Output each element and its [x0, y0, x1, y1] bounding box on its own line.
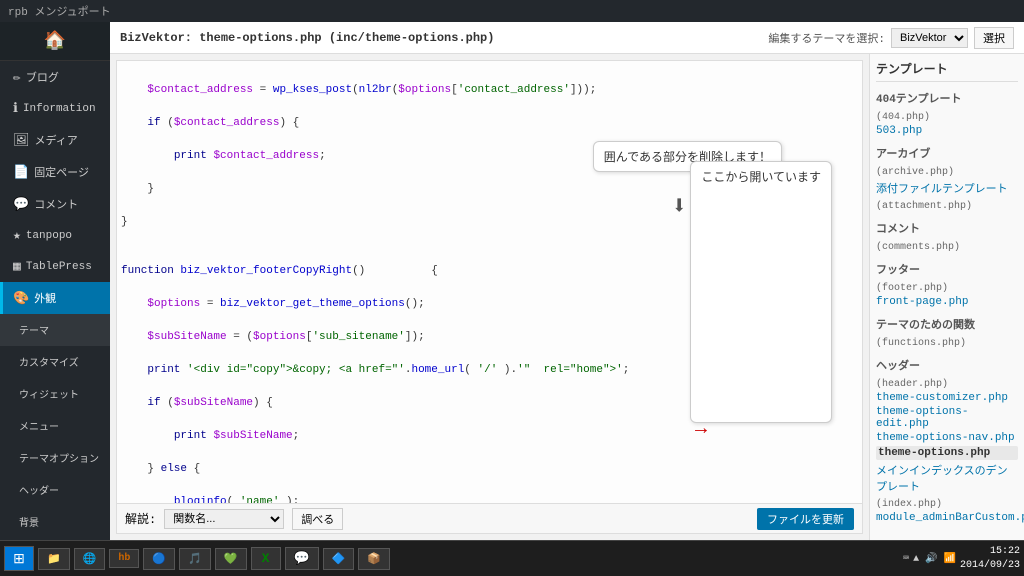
comment-sub: (comments.php) — [876, 242, 960, 253]
menu-label: メニュー — [19, 418, 59, 434]
taskbar-item-excel[interactable]: X — [251, 547, 281, 570]
template-link-customizer[interactable]: theme-customizer.php — [876, 392, 1018, 404]
sidebar-item-comments[interactable]: 💬 コメント — [0, 188, 110, 220]
template-link-attachment[interactable]: 添付ファイルテンプレート — [876, 180, 1018, 196]
appearance-icon: 🎨 — [13, 291, 29, 306]
widget-label: ウィジェット — [19, 386, 79, 402]
taskbar-item-browser[interactable]: 🌐 — [74, 548, 106, 570]
top-bar: rpb メンジュポート — [0, 0, 1024, 22]
save-button[interactable]: ファイルを更新 — [757, 508, 854, 530]
sidebar-item-label: コメント — [34, 196, 78, 212]
template-link-index[interactable]: メインインデックスのデンプレート — [876, 462, 1018, 494]
search-button[interactable]: 調べる — [292, 508, 343, 530]
sidebar-item-pages[interactable]: 📄 固定ページ — [0, 156, 110, 188]
theme-select[interactable]: BizVektor — [891, 28, 968, 48]
sidebar-logo: 🏠 — [0, 22, 110, 61]
sidebar-item-themes[interactable]: テーマ — [0, 314, 110, 346]
header-bar: BizVektor: theme-options.php (inc/theme-… — [110, 22, 1024, 54]
sidebar-item-label: 外観 — [34, 290, 56, 306]
sidebar-item-header[interactable]: ヘッダー — [0, 474, 110, 506]
taskbar-item-green[interactable]: 💚 — [215, 548, 247, 570]
template-link-options-nav[interactable]: theme-options-nav.php — [876, 432, 1018, 444]
background-label: 背景 — [19, 514, 39, 530]
taskbar-item-blue[interactable]: 🔵 — [143, 548, 175, 570]
footer-sub: (footer.php) — [876, 283, 948, 294]
sidebar-item-appearance[interactable]: 🎨 外観 — [0, 282, 110, 314]
sidebar-item-label: TablePress — [26, 261, 92, 273]
template-link: (404.php) — [876, 112, 930, 123]
info-icon: ℹ — [13, 101, 18, 116]
template-section-header: ヘッダー — [876, 357, 1018, 373]
taskbar-tray: ⌨ ▲ 🔊 📶 — [903, 553, 956, 565]
sidebar-item-label: メディア — [35, 132, 78, 148]
header-sub: (header.php) — [876, 379, 948, 390]
taskbar-item-hb[interactable]: hb — [109, 549, 139, 568]
sidebar-item-label: tanpopo — [26, 230, 72, 242]
annotation-bubble-2: ここから開いています — [690, 161, 832, 423]
taskbar: ⊞ 📁 🌐 hb 🔵 🎵 💚 X 💬 🔷 📦 ⌨ ▲ 🔊 📶 15:22 201… — [0, 540, 1024, 576]
template-section-footer: フッター — [876, 261, 1018, 277]
page-title: BizVektor: theme-options.php (inc/theme-… — [120, 31, 494, 45]
sidebar-item-label: Information — [23, 103, 96, 115]
sidebar-item-menu[interactable]: メニュー — [0, 410, 110, 442]
functions-sub: (functions.php) — [876, 338, 966, 349]
taskbar-item-blue2[interactable]: 🔷 — [323, 548, 355, 570]
sidebar-item-tablepress[interactable]: ▦ TablePress — [0, 251, 110, 282]
template-section-comment: コメント — [876, 220, 1018, 236]
template-section-archive: アーカイブ — [876, 145, 1018, 161]
top-bar-text: rpb メンジュポート — [8, 3, 111, 19]
clock-date: 2014/09/23 — [960, 559, 1020, 573]
sidebar-item-media[interactable]: 🖼 メディア — [0, 124, 110, 156]
taskbar-item-explorer[interactable]: 📁 — [38, 548, 70, 570]
taskbar-item-line[interactable]: 💬 — [285, 547, 319, 570]
annotation-text-2: ここから開いています — [701, 170, 821, 184]
header-controls: 編集するテーマを選択: BizVektor 選択 — [768, 27, 1014, 49]
sidebar-item-tanpopo[interactable]: ★ tanpopo — [0, 220, 110, 251]
template-panel: テンプレート 404テンプレート (404.php) 503.php アーカイブ… — [869, 54, 1024, 540]
template-link-options[interactable]: theme-options.php — [876, 446, 1018, 460]
themes-label: テーマ — [19, 322, 49, 338]
index-sub: (index.php) — [876, 499, 942, 510]
page-icon: 📄 — [13, 165, 29, 180]
select-label: 編集するテーマを選択: — [768, 30, 885, 46]
template-section-404: 404テンプレート — [876, 90, 1018, 106]
sidebar-item-theme-options[interactable]: テーマオプション — [0, 442, 110, 474]
template-section-functions: テーマのための関数 — [876, 316, 1018, 332]
start-button[interactable]: ⊞ — [4, 546, 34, 571]
blog-icon: ✏ — [13, 70, 21, 85]
template-panel-title: テンプレート — [876, 60, 1018, 82]
tray-icons: ▲ 🔊 📶 — [913, 553, 956, 565]
sidebar-item-customize[interactable]: カスタマイズ — [0, 346, 110, 378]
tanpopo-icon: ★ — [13, 228, 21, 243]
template-link-adminbar[interactable]: module_adminBarCustom.php — [876, 512, 1018, 524]
sidebar-item-label: 固定ページ — [34, 164, 89, 180]
taskbar-item-pkg[interactable]: 📦 — [358, 548, 390, 570]
sidebar: 🏠 ✏ ブログ ℹ Information 🖼 メディア 📄 固定ページ 💬 コ… — [0, 22, 110, 540]
sidebar-item-widget[interactable]: ウィジェット — [0, 378, 110, 410]
attachment-sub: (attachment.php) — [876, 201, 972, 212]
template-link-503[interactable]: 503.php — [876, 125, 1018, 137]
sidebar-item-label: ブログ — [26, 69, 59, 85]
bottom-bar: 解説: 関数名... 調べる ファイルを更新 — [117, 503, 862, 533]
taskbar-clock: 15:22 2014/09/23 — [960, 545, 1020, 573]
customize-label: カスタマイズ — [19, 354, 79, 370]
bottom-label: 解説: — [125, 510, 156, 527]
media-icon: 🖼 — [13, 133, 30, 148]
annotation-arrow-1: ⬇ — [671, 191, 687, 222]
template-link-options-edit[interactable]: theme-options-edit.php — [876, 406, 1018, 430]
archive-sub: (archive.php) — [876, 167, 954, 178]
template-link-frontpage[interactable]: front-page.php — [876, 296, 1018, 308]
clock-time: 15:22 — [960, 545, 1020, 559]
taskbar-item-music[interactable]: 🎵 — [179, 548, 211, 570]
function-select[interactable]: 関数名... — [164, 509, 284, 529]
tablepress-icon: ▦ — [13, 259, 21, 274]
sidebar-item-information[interactable]: ℹ Information — [0, 93, 110, 124]
sidebar-item-blog[interactable]: ✏ ブログ — [0, 61, 110, 93]
sidebar-item-background[interactable]: 背景 — [0, 506, 110, 538]
comment-icon: 💬 — [13, 197, 29, 212]
theme-options-label: テーマオプション — [19, 450, 99, 466]
header-label: ヘッダー — [19, 482, 59, 498]
keyboard-icon: ⌨ — [903, 553, 909, 565]
select-button[interactable]: 選択 — [974, 27, 1014, 49]
